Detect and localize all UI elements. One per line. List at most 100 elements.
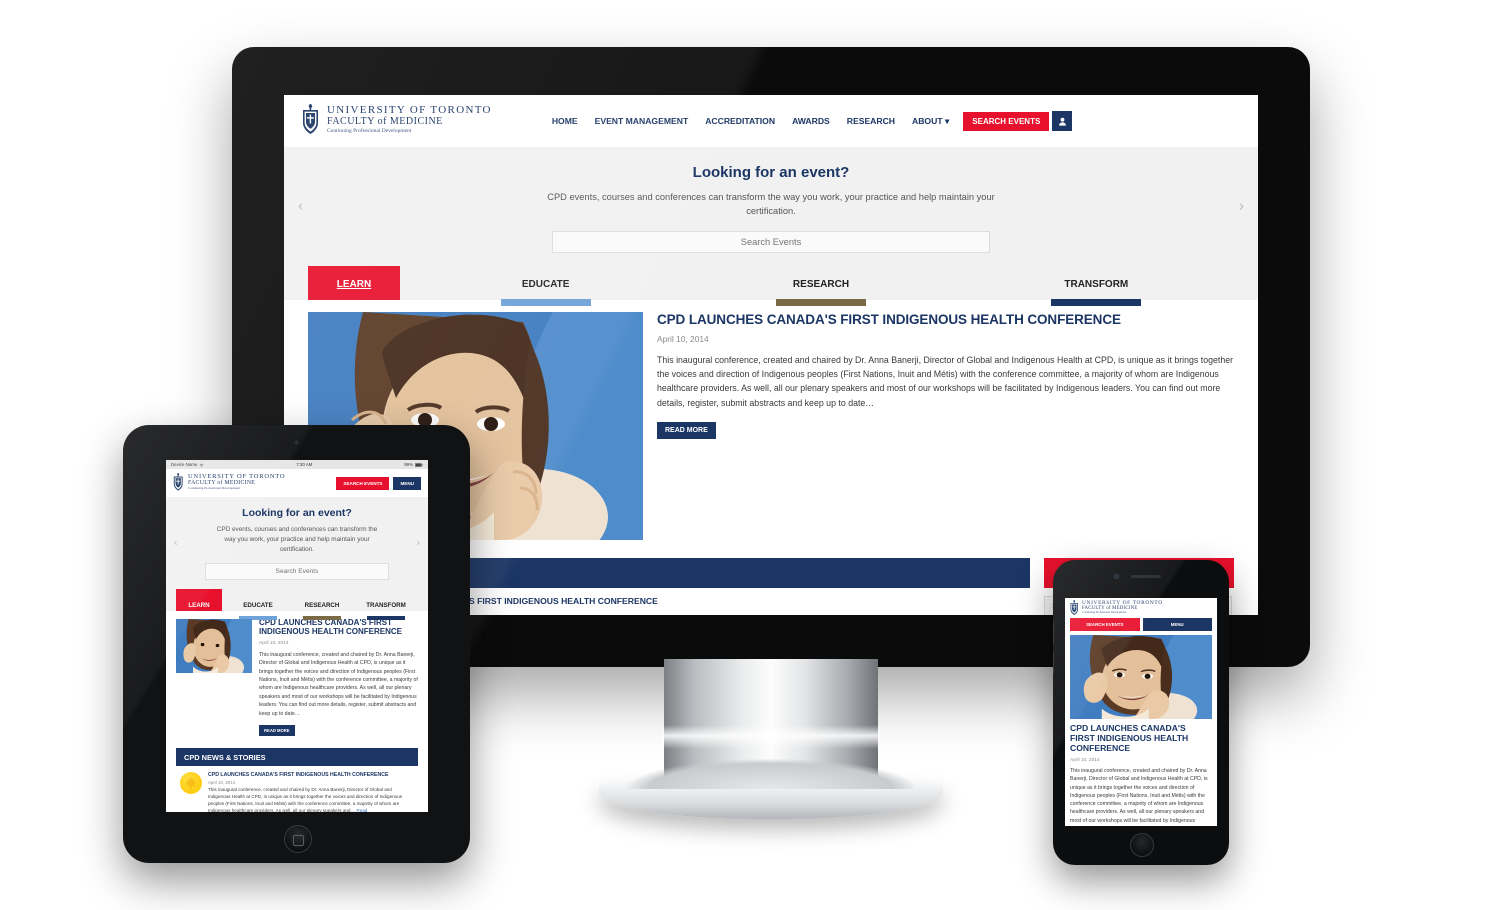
- feature-date: April 10, 2014: [1070, 757, 1100, 763]
- hero-title: Looking for an event?: [692, 164, 850, 181]
- imac-stand-foot: [599, 759, 943, 819]
- nav-item-home[interactable]: HOME: [552, 116, 578, 126]
- feature-title[interactable]: CPD LAUNCHES CANADA'S FIRST INDIGENOUS H…: [1070, 723, 1212, 754]
- tab-educate-underline: [500, 298, 591, 306]
- logo-line-cpd: Continuing Professional Development: [188, 485, 240, 490]
- carousel-prev-arrow[interactable]: ‹: [174, 537, 177, 548]
- hero-search-input[interactable]: [552, 230, 990, 253]
- shield-crest-icon: [303, 104, 318, 134]
- carousel-prev-arrow[interactable]: ‹: [298, 198, 303, 215]
- tab-educate-label: EDUCATE: [521, 278, 570, 290]
- tab-research[interactable]: RESEARCH: [683, 266, 958, 306]
- phone-feature-photo-wrap: [1065, 631, 1217, 719]
- tablet-menu-button[interactable]: MENU: [393, 476, 421, 490]
- phone-feature-text: CPD LAUNCHES CANADA'S FIRST INDIGENOUS H…: [1065, 719, 1217, 826]
- tab-research-label: RESEARCH: [792, 278, 850, 290]
- tablet-site-logo[interactable]: UNIVERSITY OF TORONTO FACULTY of MEDICIN…: [173, 473, 285, 493]
- feature-date: April 10, 2014: [259, 640, 289, 646]
- feature-title[interactable]: CPD LAUNCHES CANADA'S FIRST INDIGENOUS H…: [259, 618, 418, 637]
- news-item-excerpt: This inaugural conference, created and c…: [208, 786, 414, 812]
- tablet-search-events-button[interactable]: SEARCH EVENTS: [336, 476, 390, 490]
- tab-educate[interactable]: EDUCATE: [226, 589, 290, 620]
- tab-research-underline: [303, 615, 341, 620]
- feature-text: CPD LAUNCHES CANADA'S FIRST INDIGENOUS H…: [259, 618, 418, 737]
- feature-read-more-button[interactable]: READ MORE: [259, 725, 295, 737]
- wifi-icon: [199, 463, 204, 467]
- logo-wordmark: UNIVERSITY OF TORONTO FACULTY of MEDICIN…: [327, 104, 492, 134]
- news-excerpt-text: This inaugural conference, created and c…: [208, 787, 403, 812]
- phone-menu-button[interactable]: MENU: [1142, 618, 1212, 631]
- status-battery-pct: 99%: [404, 462, 413, 467]
- tab-learn-label: LEARN: [188, 601, 210, 609]
- maple-leaf-icon: [180, 772, 202, 795]
- tab-learn-label: LEARN: [336, 278, 372, 290]
- desktop-hero: ‹ › Looking for an event? CPD events, co…: [284, 147, 1258, 266]
- tablet-category-tabs: LEARN EDUCATE RESEARCH TRANSFORM: [166, 588, 428, 620]
- tablet-news-panel: CPD NEWS & STORIES CPD LAUNCHES CANADA'S…: [166, 737, 428, 812]
- tablet-logo-wordmark: UNIVERSITY OF TORONTO FACULTY of MEDICIN…: [188, 473, 285, 491]
- account-button[interactable]: [1052, 111, 1073, 131]
- ipad-home-button[interactable]: [283, 825, 312, 853]
- battery-icon: [414, 462, 423, 467]
- feature-date: April 10, 2014: [657, 333, 709, 344]
- tab-learn[interactable]: LEARN: [176, 588, 222, 611]
- carousel-next-arrow[interactable]: ›: [1239, 198, 1244, 215]
- logo-line-university: UNIVERSITY OF TORONTO: [327, 104, 492, 116]
- hero-subtitle: CPD events, courses and conferences can …: [547, 192, 995, 217]
- feature-photo: [1070, 635, 1212, 719]
- news-read-link[interactable]: Read: [356, 808, 367, 812]
- nav-item-about[interactable]: ABOUT ▾: [912, 116, 949, 127]
- feature-body-text: This inaugural conference, created and c…: [259, 651, 418, 717]
- site-logo[interactable]: UNIVERSITY OF TORONTO FACULTY of MEDICIN…: [302, 104, 492, 138]
- nav-item-awards[interactable]: AWARDS: [792, 116, 830, 126]
- nav-item-event-management[interactable]: EVENT MANAGEMENT: [595, 116, 689, 126]
- smiling-child-photo: [176, 618, 252, 673]
- search-events-button[interactable]: SEARCH EVENTS: [963, 111, 1050, 131]
- desktop-navbar: UNIVERSITY OF TORONTO FACULTY of MEDICIN…: [284, 95, 1258, 147]
- tablet-status-bar: Device Name 7:30 AM 99%: [166, 460, 428, 469]
- tablet-feature-article: CPD LAUNCHES CANADA'S FIRST INDIGENOUS H…: [166, 610, 428, 738]
- desktop-nav-links: HOME EVENT MANAGEMENT ACCREDITATION AWAR…: [552, 116, 949, 127]
- nav-item-research[interactable]: RESEARCH: [847, 116, 895, 126]
- tab-transform[interactable]: TRANSFORM: [354, 589, 418, 620]
- tab-learn[interactable]: LEARN: [308, 265, 400, 300]
- tablet-viewport: Device Name 7:30 AM 99% UNIVERSITY OF TO…: [166, 460, 428, 812]
- iphone-earpiece: [1131, 575, 1161, 578]
- tab-educate[interactable]: EDUCATE: [408, 266, 683, 306]
- news-item-title[interactable]: CPD LAUNCHES CANADA'S FIRST INDIGENOUS H…: [208, 772, 414, 778]
- status-time: 7:30 AM: [296, 462, 313, 467]
- tab-transform-label: TRANSFORM: [366, 601, 406, 609]
- hero-search-input[interactable]: [205, 562, 389, 580]
- ipad-camera-icon: [294, 440, 299, 445]
- feature-text: CPD LAUNCHES CANADA'S FIRST INDIGENOUS H…: [657, 312, 1234, 540]
- tab-research-label: RESEARCH: [304, 601, 340, 609]
- phone-viewport: UNIVERSITY OF TORONTO FACULTY of MEDICIN…: [1065, 598, 1217, 826]
- feature-read-more-button[interactable]: READ MORE: [657, 421, 716, 439]
- feature-title[interactable]: CPD LAUNCHES CANADA'S FIRST INDIGENOUS H…: [657, 312, 1234, 327]
- logo-line-cpd: Continuing Professional Development: [1082, 609, 1127, 614]
- iphone-home-button[interactable]: [1130, 833, 1154, 857]
- tab-transform[interactable]: TRANSFORM: [959, 266, 1234, 306]
- news-panel-header: CPD NEWS & STORIES: [176, 748, 418, 767]
- ipad-frame: Device Name 7:30 AM 99% UNIVERSITY OF TO…: [123, 425, 470, 863]
- carousel-next-arrow[interactable]: ›: [417, 537, 420, 548]
- news-panel-title: CPD NEWS & STORIES: [184, 752, 266, 762]
- news-list-item[interactable]: CPD LAUNCHES CANADA'S FIRST INDIGENOUS H…: [176, 766, 418, 812]
- tab-research[interactable]: RESEARCH: [290, 589, 354, 620]
- hero-title: Looking for an event?: [242, 507, 352, 519]
- phone-navbar: UNIVERSITY OF TORONTO FACULTY of MEDICIN…: [1065, 598, 1217, 618]
- logo-line-cpd: Continuing Professional Development: [327, 127, 412, 134]
- logo-line-university: UNIVERSITY OF TORONTO: [1082, 599, 1163, 606]
- phone-site-logo[interactable]: UNIVERSITY OF TORONTO FACULTY of MEDICIN…: [1070, 599, 1163, 617]
- iphone-volume-down-button[interactable]: [1053, 652, 1054, 674]
- phone-search-events-button[interactable]: SEARCH EVENTS: [1070, 618, 1140, 631]
- iphone-volume-up-button[interactable]: [1053, 622, 1054, 644]
- tab-transform-underline: [1051, 298, 1142, 306]
- mockup-stage: UNIVERSITY OF TORONTO FACULTY of MEDICIN…: [0, 0, 1500, 910]
- logo-line-faculty: FACULTY of MEDICINE: [327, 116, 443, 128]
- smiling-child-photo: [1070, 635, 1212, 719]
- shield-crest-icon: [173, 473, 183, 491]
- feature-photo: [176, 618, 252, 673]
- nav-item-accreditation[interactable]: ACCREDITATION: [705, 116, 775, 126]
- iphone-frame: UNIVERSITY OF TORONTO FACULTY of MEDICIN…: [1053, 560, 1229, 865]
